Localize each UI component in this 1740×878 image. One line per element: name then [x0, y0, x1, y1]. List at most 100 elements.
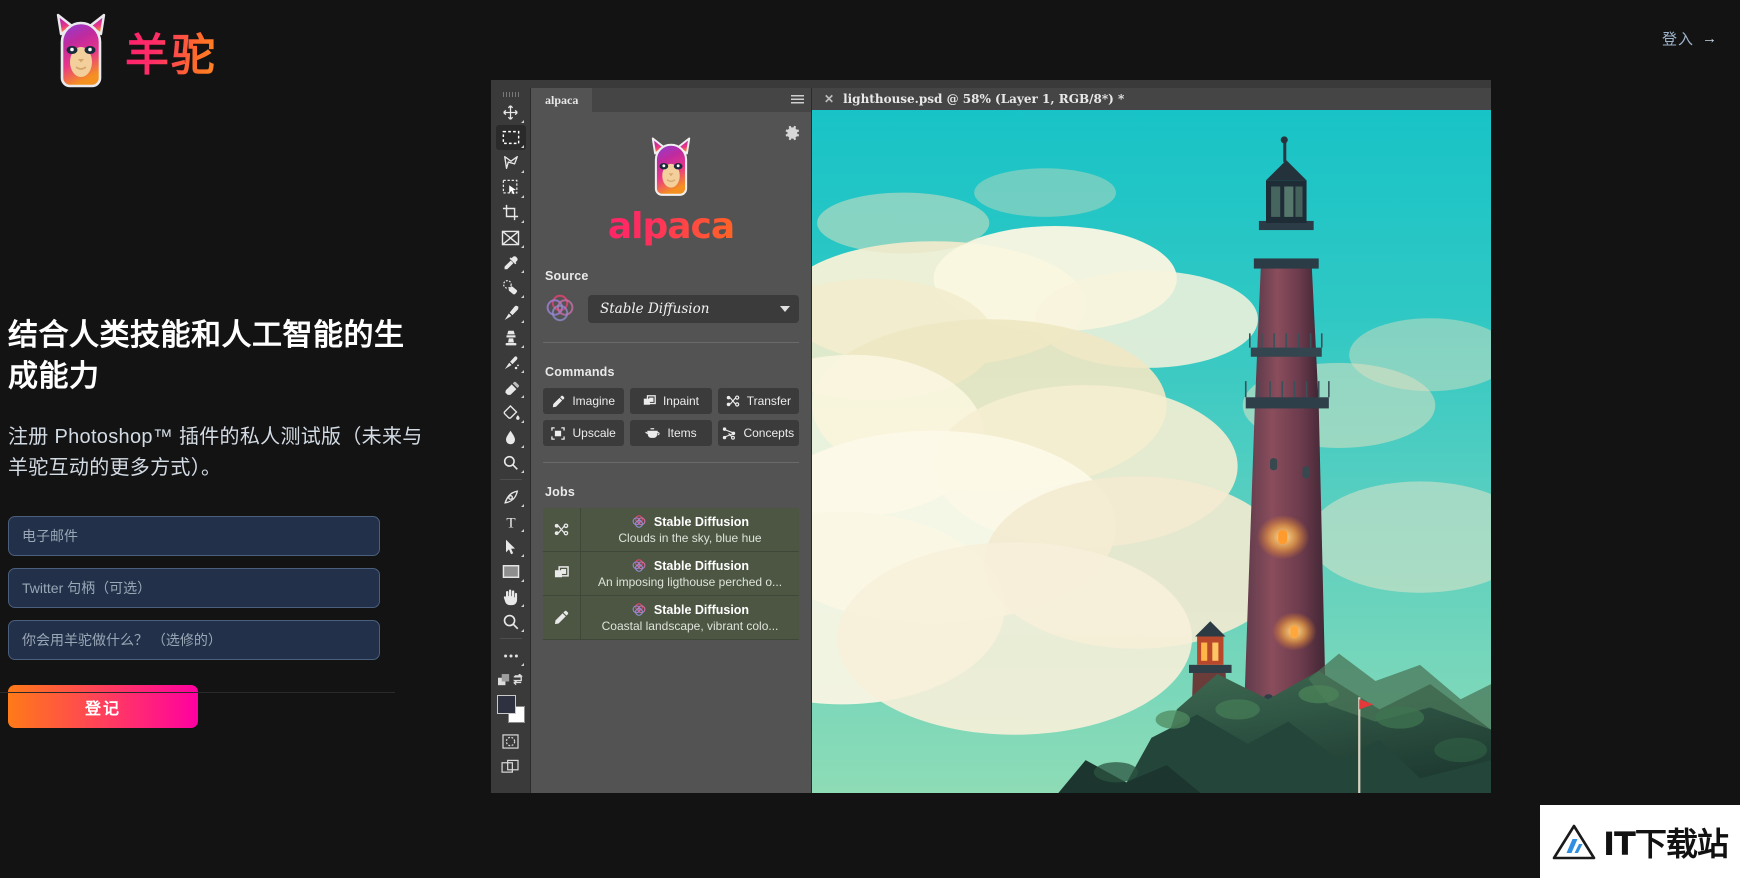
panel-body: alpaca Source Stable Diffusion Commands … — [531, 112, 811, 640]
command-label: Upscale — [572, 426, 616, 440]
eraser-tool[interactable] — [496, 375, 526, 400]
photoshop-window: T alpaca alpaca Source Stable Diffusion … — [491, 80, 1491, 793]
source-selected-value: Stable Diffusion — [600, 301, 710, 317]
jobs-list: Stable Diffusion Clouds in the sky, blue… — [543, 508, 799, 640]
gear-icon[interactable] — [783, 124, 801, 142]
object-selection-tool[interactable] — [496, 175, 526, 200]
job-content: Stable Diffusion Coastal landscape, vibr… — [581, 596, 799, 639]
commands-section-label: Commands — [545, 365, 615, 379]
email-field[interactable] — [8, 516, 380, 556]
brush-tool[interactable] — [496, 300, 526, 325]
document-canvas[interactable] — [812, 110, 1491, 793]
lasso-tool[interactable] — [496, 150, 526, 175]
jobs-section-label: Jobs — [545, 485, 575, 499]
pencil-icon — [543, 596, 581, 639]
document-tabbar: ✕ lighthouse.psd @ 58% (Layer 1, RGB/8*)… — [812, 88, 1491, 110]
command-label: Items — [667, 426, 697, 440]
expand-frame-icon — [551, 426, 566, 440]
hand-tool[interactable] — [496, 584, 526, 609]
brand-title: 羊驼 — [125, 19, 217, 83]
source-section-label: Source — [545, 269, 589, 283]
screen-mode-button[interactable] — [496, 754, 526, 779]
watermark: IT下载站 — [1540, 805, 1740, 878]
svg-text:T: T — [506, 515, 515, 530]
gradient-tool[interactable] — [496, 400, 526, 425]
job-prompt: Clouds in the sky, blue hue — [618, 531, 762, 545]
shuffle-icon — [543, 508, 581, 551]
brand: 羊驼 — [55, 12, 217, 90]
document-area: ✕ lighthouse.psd @ 58% (Layer 1, RGB/8*)… — [812, 88, 1491, 793]
job-content: Stable Diffusion An imposing ligthouse p… — [581, 552, 799, 595]
color-swatches[interactable] — [496, 695, 525, 723]
document-tab[interactable]: ✕ lighthouse.psd @ 58% (Layer 1, RGB/8*)… — [812, 88, 1137, 110]
crop-tool[interactable] — [496, 200, 526, 225]
history-brush-tool[interactable] — [496, 350, 526, 375]
close-icon[interactable]: ✕ — [824, 92, 834, 106]
document-tab-label: lighthouse.psd @ 58% (Layer 1, RGB/8*) * — [843, 92, 1125, 106]
alpaca-plugin-panel: alpaca alpaca Source Stable Diffusion Co… — [531, 88, 812, 793]
command-label: Concepts — [743, 426, 795, 440]
stable-diffusion-icon — [546, 294, 574, 322]
eyedropper-tool[interactable] — [496, 250, 526, 275]
molecule-icon — [723, 426, 736, 440]
command-concepts[interactable]: Concepts — [717, 420, 799, 446]
rectangle-tool[interactable] — [496, 559, 526, 584]
login-link[interactable]: 登入 → — [1662, 28, 1718, 49]
twitter-handle-field[interactable] — [8, 568, 380, 608]
triangle-logo-icon — [1552, 824, 1596, 859]
dodge-tool[interactable] — [496, 450, 526, 475]
job-source: Stable Diffusion — [653, 559, 750, 573]
command-imagine[interactable]: Imagine — [543, 388, 625, 414]
toolbar-divider-2 — [499, 638, 522, 639]
source-row: Stable Diffusion — [543, 292, 799, 326]
command-label: Imagine — [572, 394, 616, 408]
command-label: Inpaint — [662, 394, 699, 408]
toolbar-grip-icon — [502, 92, 519, 97]
job-row[interactable]: Stable Diffusion Coastal landscape, vibr… — [543, 596, 799, 640]
command-transfer[interactable]: Transfer — [717, 388, 799, 414]
alpaca-logo-icon — [56, 13, 106, 88]
command-label: Transfer — [746, 394, 791, 408]
page-title: 结合人类技能和人工智能的生成能力 — [8, 319, 405, 394]
job-source: Stable Diffusion — [653, 515, 750, 529]
job-title: Stable Diffusion — [631, 602, 749, 618]
pencil-icon — [553, 395, 565, 407]
quick-mask-row — [496, 668, 526, 693]
chevron-down-icon — [780, 306, 790, 312]
signup-form: 登记 — [8, 516, 380, 728]
use-case-field[interactable] — [8, 620, 380, 660]
panel-divider-2 — [543, 462, 799, 463]
type-tool[interactable]: T — [496, 509, 526, 534]
command-inpaint[interactable]: Inpaint — [630, 388, 712, 414]
blur-tool[interactable] — [496, 425, 526, 450]
job-row[interactable]: Stable Diffusion An imposing ligthouse p… — [543, 552, 799, 596]
job-source: Stable Diffusion — [653, 603, 750, 617]
job-content: Stable Diffusion Clouds in the sky, blue… — [581, 508, 799, 551]
clone-stamp-tool[interactable] — [496, 325, 526, 350]
spot-healing-brush-tool[interactable] — [496, 275, 526, 300]
panel-divider-1 — [543, 342, 799, 343]
pen-tool[interactable] — [496, 484, 526, 509]
source-select[interactable]: Stable Diffusion — [588, 295, 799, 323]
command-items[interactable]: Items — [630, 420, 712, 446]
job-row[interactable]: Stable Diffusion Clouds in the sky, blue… — [543, 508, 799, 552]
edit-toolbar-tool[interactable] — [496, 643, 526, 668]
foreground-color-swatch[interactable] — [496, 695, 516, 714]
quick-mask-mode-button[interactable] — [496, 729, 526, 754]
job-prompt: An imposing ligthouse perched o... — [597, 575, 783, 589]
move-tool[interactable] — [496, 100, 526, 125]
stable-diffusion-icon — [632, 515, 646, 528]
job-prompt: Coastal landscape, vibrant colo... — [601, 619, 779, 633]
arrow-right-icon: → — [1702, 30, 1718, 47]
command-upscale[interactable]: Upscale — [543, 420, 625, 446]
job-title: Stable Diffusion — [631, 514, 749, 530]
frame-tool[interactable] — [496, 225, 526, 250]
rectangular-marquee-tool[interactable] — [495, 125, 526, 150]
panel-menu-icon[interactable] — [791, 95, 804, 105]
toolbar-divider — [499, 479, 522, 480]
path-selection-tool[interactable] — [496, 534, 526, 559]
zoom-tool[interactable] — [496, 609, 526, 634]
tab-alpaca[interactable]: alpaca — [531, 88, 593, 112]
photoshop-toolbar: T — [491, 88, 531, 793]
page-subtitle: 注册 Photoshop™ 插件的私人测试版（未来与羊驼互动的更多方式）。 — [8, 425, 423, 479]
